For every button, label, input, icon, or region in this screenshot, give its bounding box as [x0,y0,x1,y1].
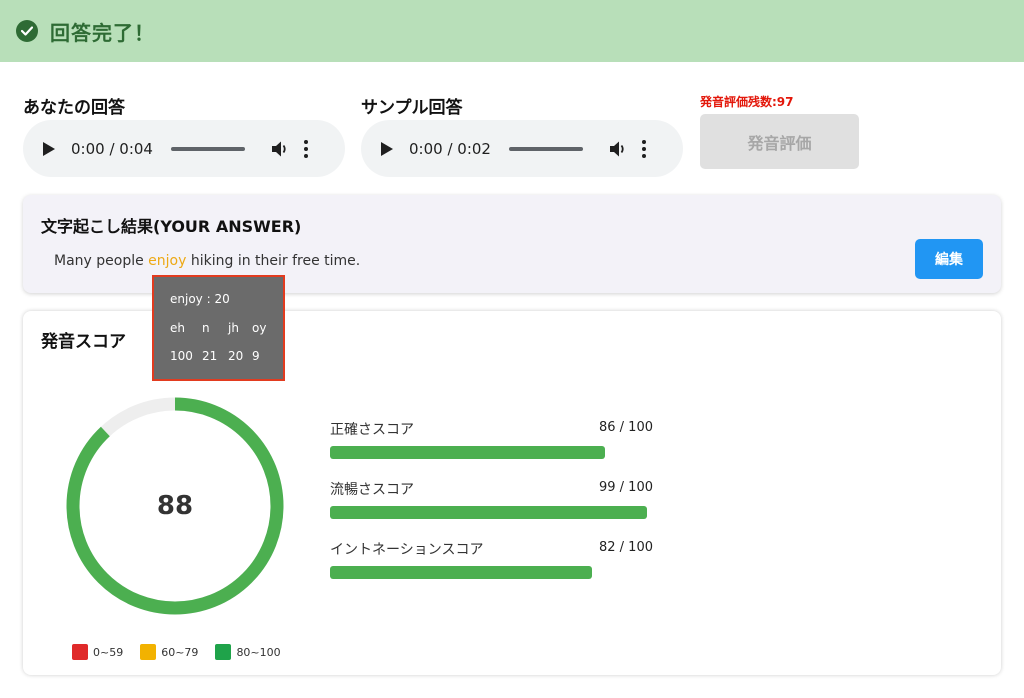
metric-bar [330,506,647,519]
phoneme: eh [170,321,185,335]
total-score-value: 88 [156,491,194,521]
volume-icon[interactable] [609,140,627,158]
transcript-title: 文字起こし結果(YOUR ANSWER) [41,217,302,236]
legend-swatch-red [72,644,88,660]
edit-button[interactable]: 編集 [915,239,983,279]
your-answer-label: あなたの回答 [23,98,125,118]
more-options-icon[interactable] [303,139,309,158]
legend-swatch-green [215,644,232,660]
phoneme-score: 21 [202,349,218,363]
legend-item-mid: 60~79 [140,644,198,660]
metric-value: 99 / 100 [599,480,653,495]
phoneme: n [202,321,210,335]
legend-swatch-yellow [140,644,157,660]
audio-progress-track[interactable] [170,146,245,151]
check-circle-icon [16,20,38,42]
pronunciation-evaluate-button[interactable]: 発音評価 [700,114,859,169]
phoneme-score: 100 [170,349,193,363]
your-answer-audio-player[interactable]: 0:00 / 0:04 [23,120,345,177]
transcript-text-before: Many people [54,253,149,269]
play-icon[interactable] [381,141,395,157]
phoneme: oy [252,321,267,335]
metric-bar [330,566,593,579]
word-score-tooltip: enjoy : 20 eh n jh oy 100 21 20 9 [152,275,285,381]
volume-icon[interactable] [271,140,289,158]
metric-label: 正確さスコア [330,422,414,438]
phoneme-score: 9 [252,349,260,363]
highlighted-word[interactable]: enjoy [148,253,186,269]
phoneme: jh [228,321,239,335]
audio-time: 0:00 / 0:04 [71,139,153,158]
total-score-ring: 88 [63,394,287,618]
sample-answer-audio-player[interactable]: 0:00 / 0:02 [361,120,683,177]
transcript-text: Many people enjoy hiking in their free t… [54,253,360,269]
transcript-text-after: hiking in their free time. [186,253,361,269]
audio-time: 0:00 / 0:02 [409,139,491,158]
audio-progress-track[interactable] [508,146,583,151]
sample-answer-label: サンプル回答 [361,98,463,118]
legend-item-low: 0~59 [72,644,123,660]
metric-label: イントネーションスコア [330,542,484,558]
score-title: 発音スコア [41,332,126,352]
tooltip-word-score: enjoy : 20 [170,292,230,306]
tooltip-phoneme-row: eh n jh oy [170,321,276,335]
legend-label: 60~79 [161,645,199,659]
more-options-icon[interactable] [641,139,647,158]
phoneme-score: 20 [228,349,244,363]
completion-banner: 回答完了！ [0,0,1024,62]
metric-label: 流暢さスコア [330,482,414,498]
banner-title: 回答完了！ [50,20,155,45]
score-legend: 0~59 60~79 80~100 [72,644,298,660]
evaluation-remaining-count: 発音評価残数:97 [700,95,794,109]
play-icon[interactable] [43,141,57,157]
metric-value: 86 / 100 [599,420,653,435]
legend-item-high: 80~100 [215,644,281,660]
legend-label: 0~59 [93,645,124,659]
metric-value: 82 / 100 [599,540,653,555]
tooltip-phoneme-score-row: 100 21 20 9 [170,349,270,363]
metric-bar [330,446,606,459]
legend-label: 80~100 [236,645,281,659]
